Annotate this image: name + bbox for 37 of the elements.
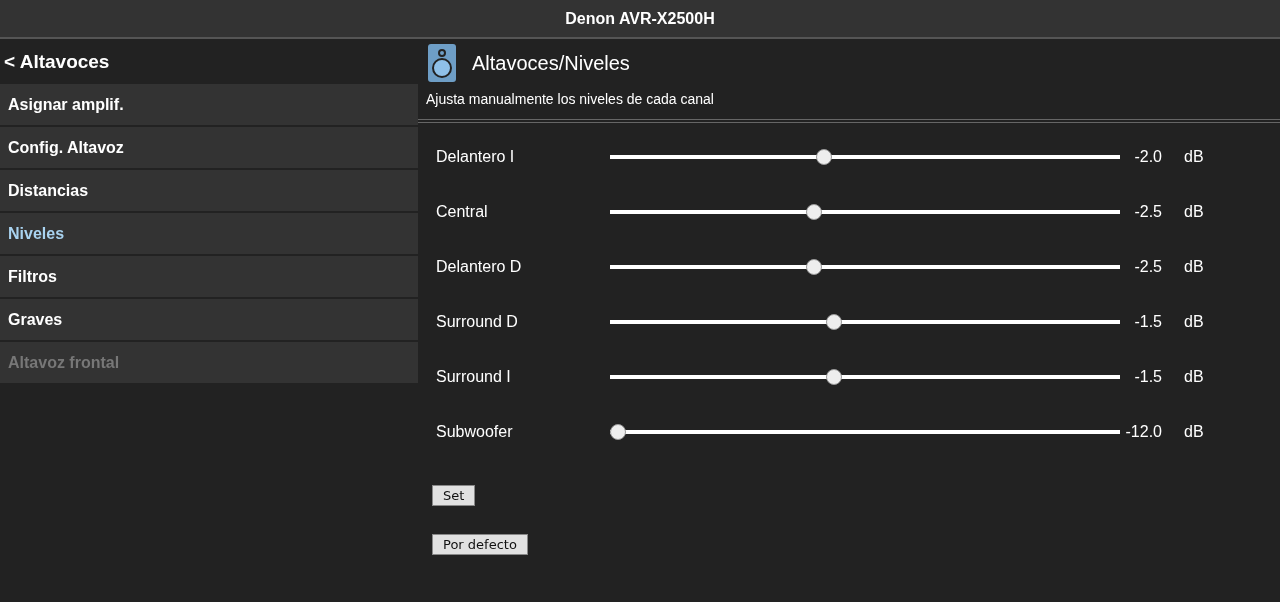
unit-label: dB <box>1184 312 1204 331</box>
channel-label: Surround D <box>436 312 519 331</box>
sidebar-item[interactable]: Niveles <box>0 213 418 256</box>
unit-label: dB <box>1184 202 1204 221</box>
unit-label: dB <box>1184 147 1204 166</box>
slider-thumb[interactable] <box>805 203 822 220</box>
back-link[interactable]: < Altavoces <box>0 39 418 84</box>
level-reading: -1.5 <box>1133 367 1162 386</box>
action-button[interactable]: Set <box>432 485 476 506</box>
unit-label: dB <box>1184 367 1204 386</box>
slider-thumb[interactable] <box>826 313 843 330</box>
slider-thumb[interactable] <box>610 423 626 440</box>
channel-label: Subwoofer <box>436 422 514 441</box>
level-reading: -12.0 <box>1124 422 1162 441</box>
panel-description: Ajusta manualmente los niveles de cada canal <box>425 90 715 109</box>
channel-label: Surround I <box>436 367 512 386</box>
slider-thumb[interactable] <box>816 148 832 165</box>
sidebar-item[interactable]: Graves <box>0 299 418 342</box>
slider-thumb[interactable] <box>805 258 822 275</box>
unit-label: dB <box>1184 422 1204 441</box>
level-reading: -1.5 <box>1133 312 1162 331</box>
action-button[interactable]: Por defecto <box>432 534 528 555</box>
slider-thumb[interactable] <box>826 368 843 385</box>
sidebar-item[interactable]: Filtros <box>0 256 418 299</box>
panel-title: Altavoces/Niveles <box>472 51 630 75</box>
channel-label: Delantero D <box>436 257 523 276</box>
channel-label: Delantero I <box>436 147 516 166</box>
unit-label: dB <box>1184 257 1204 276</box>
window-title: Denon AVR-X2500H <box>565 9 715 28</box>
sidebar-item[interactable]: Asignar amplif. <box>0 84 418 127</box>
sidebar-item[interactable]: Config. Altavoz <box>0 127 418 170</box>
level-reading: -2.5 <box>1133 202 1162 221</box>
channel-label: Central <box>436 202 489 221</box>
level-reading: -2.0 <box>1133 147 1162 166</box>
level-reading: -2.5 <box>1133 257 1162 276</box>
sidebar-item[interactable]: Distancias <box>0 170 418 213</box>
speaker-icon <box>428 44 456 82</box>
